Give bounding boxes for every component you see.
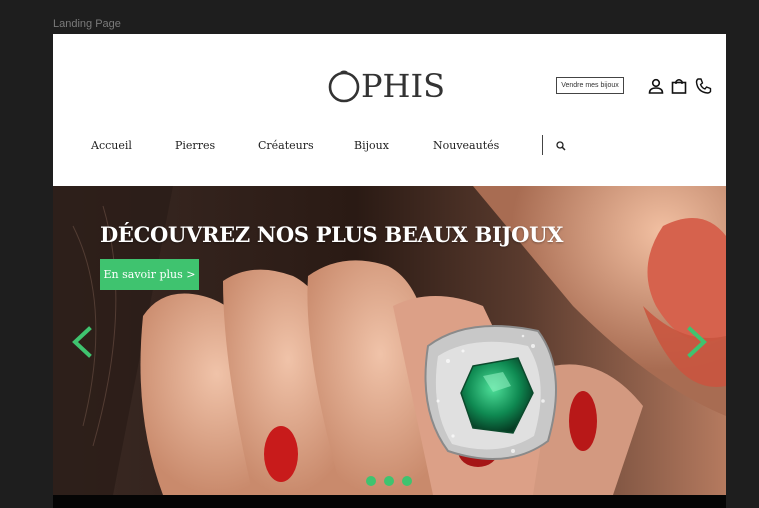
- carousel-dot-2[interactable]: [384, 476, 394, 486]
- nav-item-accueil[interactable]: Accueil: [91, 139, 132, 152]
- user-icon[interactable]: [647, 77, 665, 95]
- hero-title: DÉCOUVREZ NOS PLUS BEAUX BIJOUX: [100, 222, 564, 247]
- nav-item-pierres[interactable]: Pierres: [175, 139, 215, 152]
- sell-jewelry-button[interactable]: Vendre mes bijoux: [556, 77, 624, 94]
- shopping-bag-icon[interactable]: [670, 77, 688, 95]
- learn-more-button[interactable]: En savoir plus >: [100, 259, 199, 290]
- carousel-dots: [366, 476, 412, 486]
- search-icon[interactable]: [555, 140, 567, 152]
- phone-icon[interactable]: [694, 77, 712, 95]
- nav-divider: [542, 135, 543, 155]
- hero-carousel: DÉCOUVREZ NOS PLUS BEAUX BIJOUX En savoi…: [53, 186, 726, 495]
- chevron-right-icon[interactable]: [684, 324, 710, 360]
- logo[interactable]: PHIS: [327, 68, 445, 104]
- nav-item-createurs[interactable]: Créateurs: [258, 139, 314, 152]
- footer-strip: [53, 495, 726, 508]
- nav-item-nouveautes[interactable]: Nouveautés: [433, 139, 499, 152]
- carousel-dot-1[interactable]: [366, 476, 376, 486]
- logo-ouroboros-icon: [328, 70, 360, 103]
- chevron-left-icon[interactable]: [69, 324, 95, 360]
- frame-label: Landing Page: [53, 18, 121, 30]
- landing-page: PHIS Vendre mes bijoux Accueil Pierres C…: [53, 34, 726, 508]
- carousel-dot-3[interactable]: [402, 476, 412, 486]
- nav-item-bijoux[interactable]: Bijoux: [354, 139, 389, 152]
- logo-text: PHIS: [361, 67, 445, 105]
